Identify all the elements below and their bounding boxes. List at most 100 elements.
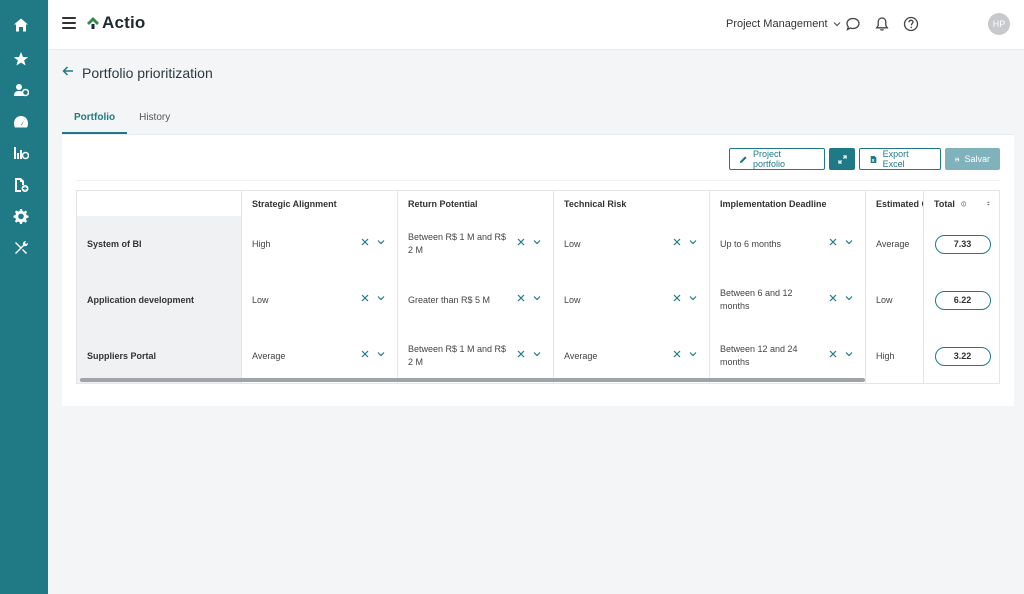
chat-icon[interactable] <box>845 16 861 32</box>
export-excel-button[interactable]: Export Excel <box>859 148 941 170</box>
tab-history[interactable]: History <box>127 104 182 134</box>
pencil-icon <box>739 155 747 163</box>
excel-file-icon <box>870 155 877 163</box>
select-value: Low <box>564 294 581 305</box>
document-add-icon[interactable] <box>12 176 30 194</box>
strategic-alignment-select[interactable]: Low <box>242 272 398 328</box>
bell-icon[interactable] <box>874 16 890 32</box>
select-value: Between 12 and 24 months <box>720 344 798 367</box>
implementation-deadline-select[interactable]: Between 12 and 24 months <box>710 328 866 383</box>
select-value: Between R$ 1 M and R$ 2 M <box>408 344 507 367</box>
logo-text: Actio <box>102 13 146 32</box>
clear-icon[interactable] <box>361 350 369 358</box>
total-score-badge: 7.33 <box>934 234 991 254</box>
clear-icon[interactable] <box>673 238 681 246</box>
chevron-down-icon <box>833 22 840 27</box>
chevron-down-icon[interactable] <box>533 238 541 246</box>
total-score-badge: 3.22 <box>934 346 991 366</box>
chevron-down-icon[interactable] <box>689 238 697 246</box>
tab-bar: Portfolio History <box>62 104 182 134</box>
page-header: Portfolio prioritization <box>62 64 213 82</box>
clear-icon[interactable] <box>829 350 837 358</box>
strategic-alignment-select[interactable]: High <box>242 216 398 272</box>
select-value: High <box>252 238 271 249</box>
chevron-down-icon[interactable] <box>845 350 853 358</box>
table-row: System of BI High Between R$ 1 M and R$ … <box>77 216 999 272</box>
clear-icon[interactable] <box>361 294 369 302</box>
menu-icon[interactable] <box>62 17 76 31</box>
total-score-badge: 6.22 <box>934 290 991 310</box>
select-value: Low <box>876 295 893 305</box>
horizontal-scrollbar[interactable] <box>80 378 865 382</box>
clear-icon[interactable] <box>517 238 525 246</box>
select-value: Low <box>252 294 269 305</box>
clear-icon[interactable] <box>673 350 681 358</box>
project-name-cell: Suppliers Portal <box>77 328 242 383</box>
clear-icon[interactable] <box>517 294 525 302</box>
chevron-down-icon[interactable] <box>377 350 385 358</box>
expand-button[interactable] <box>829 148 855 170</box>
expand-icon <box>837 154 847 164</box>
column-header-strategic-alignment: Strategic Alignment <box>242 191 398 216</box>
save-button[interactable]: Salvar <box>945 148 1000 170</box>
export-excel-label: Export Excel <box>882 149 909 169</box>
logo[interactable]: Actio <box>86 13 146 33</box>
sort-icon[interactable] <box>986 199 991 208</box>
chevron-down-icon[interactable] <box>845 238 853 246</box>
gear-icon[interactable] <box>12 207 30 225</box>
project-portfolio-label: Project portfolio <box>752 149 785 169</box>
implementation-deadline-select[interactable]: Between 6 and 12 months <box>710 272 866 328</box>
clear-icon[interactable] <box>361 238 369 246</box>
project-selector-label: Project Management <box>726 18 828 30</box>
avatar[interactable]: HP <box>988 13 1010 35</box>
clear-icon[interactable] <box>517 350 525 358</box>
project-name-cell: Application development <box>77 272 242 328</box>
technical-risk-select[interactable]: Low <box>554 272 710 328</box>
chevron-down-icon[interactable] <box>377 238 385 246</box>
chevron-down-icon[interactable] <box>689 350 697 358</box>
project-portfolio-button[interactable]: Project portfolio <box>729 148 825 170</box>
column-header-technical-risk: Technical Risk <box>554 191 710 216</box>
select-value: Average <box>564 350 598 361</box>
return-potential-select[interactable]: Between R$ 1 M and R$ 2 M <box>398 328 554 383</box>
home-icon[interactable] <box>12 16 30 34</box>
column-header-estimated: Estimated C <box>866 191 924 216</box>
chevron-down-icon[interactable] <box>377 294 385 302</box>
implementation-deadline-select[interactable]: Up to 6 months <box>710 216 866 272</box>
chevron-down-icon[interactable] <box>533 294 541 302</box>
return-potential-select[interactable]: Between R$ 1 M and R$ 2 M <box>398 216 554 272</box>
technical-risk-select[interactable]: Low <box>554 216 710 272</box>
help-icon[interactable] <box>903 16 919 32</box>
info-icon[interactable] <box>961 200 966 208</box>
technical-risk-select[interactable]: Average <box>554 328 710 383</box>
return-potential-select[interactable]: Greater than R$ 5 M <box>398 272 554 328</box>
select-value: Greater than R$ 5 M <box>408 294 491 305</box>
users-icon[interactable] <box>12 81 30 99</box>
project-selector[interactable]: Project Management <box>726 18 841 30</box>
column-header-total[interactable]: Total <box>924 191 999 216</box>
star-icon[interactable] <box>12 50 30 68</box>
dashboard-icon[interactable] <box>12 113 30 131</box>
tools-icon[interactable] <box>12 239 30 257</box>
clear-icon[interactable] <box>673 294 681 302</box>
clear-icon[interactable] <box>829 294 837 302</box>
estimated-select[interactable]: Average <box>866 216 924 272</box>
tab-portfolio[interactable]: Portfolio <box>62 104 128 134</box>
chevron-down-icon[interactable] <box>533 350 541 358</box>
strategic-alignment-select[interactable]: Average <box>242 328 398 383</box>
prioritization-table: Strategic Alignment Return Potential Tec… <box>76 190 1000 384</box>
table-header: Strategic Alignment Return Potential Tec… <box>77 191 999 216</box>
select-value: Between 6 and 12 months <box>720 288 793 311</box>
estimated-select[interactable]: Low <box>866 272 924 328</box>
top-bar: Actio Project Management HP <box>48 0 1024 50</box>
chevron-down-icon[interactable] <box>689 294 697 302</box>
back-arrow-icon[interactable] <box>62 64 74 82</box>
chevron-down-icon[interactable] <box>845 294 853 302</box>
clear-icon[interactable] <box>829 238 837 246</box>
column-header-project <box>77 191 242 216</box>
select-value: Average <box>876 239 910 249</box>
select-value: High <box>876 351 895 361</box>
estimated-select[interactable]: High <box>866 328 924 383</box>
total-cell: 3.22 <box>924 328 999 383</box>
chart-icon[interactable] <box>12 144 30 162</box>
